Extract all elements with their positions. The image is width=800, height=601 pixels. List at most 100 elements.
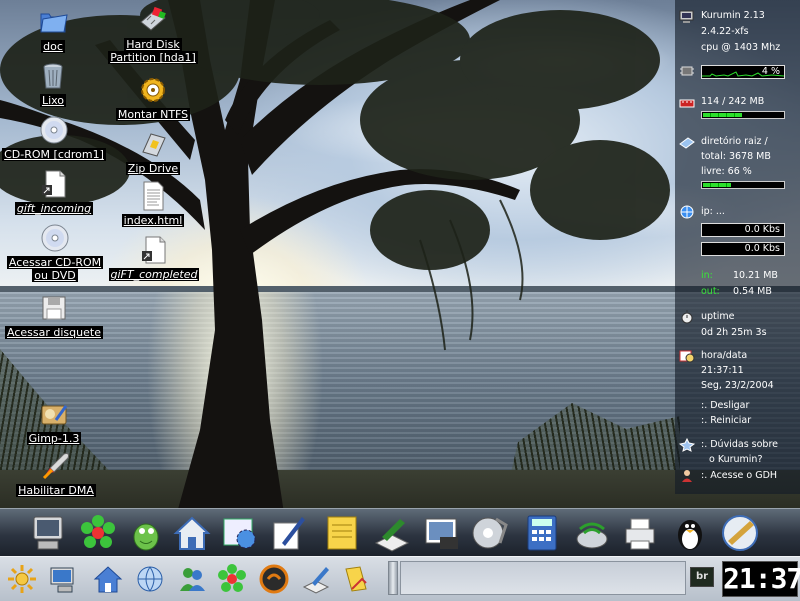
desktop-icon-label-line2: Partition [hda1] bbox=[108, 51, 198, 64]
desktop-icon-label: doc bbox=[41, 40, 65, 53]
taskbar-handle[interactable] bbox=[388, 561, 398, 595]
home-icon[interactable] bbox=[92, 563, 124, 595]
disk-bar-fill bbox=[703, 183, 731, 187]
desktop-icon-label: Lixo bbox=[39, 94, 67, 107]
current-time: 21:37:11 bbox=[701, 365, 744, 376]
desktop-icon-mount-ntfs[interactable]: Montar NTFS bbox=[113, 74, 193, 121]
kernel-version: 2.4.22-xfs bbox=[701, 26, 749, 37]
document-icon bbox=[143, 181, 164, 211]
icq-flower-icon[interactable] bbox=[216, 563, 248, 595]
desktop-icon-gift-completed[interactable]: giFT_completed bbox=[106, 234, 202, 281]
video-icon[interactable] bbox=[720, 513, 760, 553]
home-icon[interactable] bbox=[172, 513, 212, 553]
desktop-icon-label: Montar NTFS bbox=[115, 108, 191, 121]
net-out-label: out: bbox=[701, 286, 720, 297]
desktop-icon-label: Hard Disk bbox=[124, 38, 182, 51]
harddisk-icon bbox=[140, 6, 166, 31]
desktop-icon-gimp[interactable]: Gimp-1.3 bbox=[22, 398, 86, 445]
desktop-icon-zip-drive[interactable]: Zip Drive bbox=[121, 128, 185, 175]
desktop-icon-access-cdrom[interactable]: Acessar CD-ROM ou DVD bbox=[3, 222, 107, 282]
help-question-line2[interactable]: o Kurumin? bbox=[709, 454, 763, 465]
desktop-icon-doc[interactable]: doc bbox=[29, 6, 77, 53]
kicker-panel: br 21:37 bbox=[0, 556, 800, 601]
application-dock bbox=[0, 508, 800, 557]
desktop-icon-gift-incoming[interactable]: gift_incoming bbox=[14, 168, 94, 215]
desktop-icon-floppy[interactable]: Acessar disquete bbox=[2, 292, 106, 339]
messenger-icon[interactable] bbox=[176, 563, 208, 595]
desktop-icon-enable-dma[interactable]: Habilitar DMA bbox=[8, 450, 104, 497]
rocket-icon bbox=[42, 453, 69, 480]
taskbar-area[interactable] bbox=[400, 561, 686, 595]
shutdown-link[interactable]: :. Desligar bbox=[701, 400, 749, 411]
disk-total: total: 3678 MB bbox=[701, 151, 771, 162]
network-icon bbox=[680, 205, 694, 219]
net-in-value: 10.21 MB bbox=[733, 270, 778, 281]
stopwatch-icon bbox=[681, 310, 693, 324]
office-icon[interactable] bbox=[340, 563, 372, 595]
desktop-icon-trash[interactable]: Lixo bbox=[29, 60, 77, 107]
memory-icon bbox=[679, 99, 695, 108]
system-monitor-panel: Kurumin 2.13 2.4.22-xfs cpu @ 1403 Mhz 4… bbox=[675, 0, 800, 494]
settings-icon[interactable] bbox=[220, 513, 260, 553]
folder-link-icon bbox=[42, 170, 66, 198]
computer-icon[interactable] bbox=[28, 513, 68, 553]
desktop-icon-label: index.html bbox=[121, 214, 185, 227]
icq-flower-icon[interactable] bbox=[78, 513, 118, 553]
office-icon[interactable] bbox=[322, 513, 362, 553]
net-out-value: 0.54 MB bbox=[733, 286, 772, 297]
desktop-icon-label: giFT_completed bbox=[108, 268, 200, 281]
computer-icon bbox=[679, 10, 694, 23]
media-icon[interactable] bbox=[470, 513, 510, 553]
trash-icon bbox=[43, 63, 63, 89]
gear-icon bbox=[141, 78, 165, 102]
cpu-value: 4 % bbox=[761, 66, 780, 77]
help-question-line1[interactable]: :. Dúvidas sobre bbox=[701, 439, 778, 450]
upload-rate: 0.0 Kbs bbox=[744, 243, 780, 254]
audio-player-icon[interactable] bbox=[258, 563, 290, 595]
tux-icon[interactable] bbox=[670, 513, 710, 553]
cpu-speed: cpu @ 1403 Mhz bbox=[701, 42, 781, 53]
text-editor-icon[interactable] bbox=[268, 513, 308, 553]
current-date: Seg, 23/2/2004 bbox=[701, 380, 774, 391]
text-editor-icon[interactable] bbox=[300, 563, 332, 595]
panel-clock[interactable]: 21:37 bbox=[722, 561, 800, 597]
book-icon[interactable] bbox=[372, 513, 412, 553]
memory-bar bbox=[701, 111, 785, 119]
desktop-icon-index-html[interactable]: index.html bbox=[117, 180, 189, 227]
folder-icon bbox=[40, 13, 68, 33]
browser-icon[interactable] bbox=[134, 563, 166, 595]
user-icon bbox=[682, 470, 692, 482]
network-icon[interactable] bbox=[572, 513, 612, 553]
kmenu-icon[interactable] bbox=[6, 563, 38, 595]
datetime-label: hora/data bbox=[701, 350, 748, 361]
desktop-icon-label: Acessar CD-ROM bbox=[6, 256, 104, 269]
floppy-icon bbox=[42, 296, 66, 320]
disk-bar bbox=[701, 181, 785, 189]
gaim-icon[interactable] bbox=[126, 513, 166, 553]
desktop-icon-label: Habilitar DMA bbox=[16, 484, 96, 497]
zip-icon bbox=[142, 133, 166, 157]
download-rate-box: 0.0 Kbs bbox=[701, 223, 785, 237]
memory-text: 114 / 242 MB bbox=[701, 96, 765, 107]
restart-link[interactable]: :. Reiniciar bbox=[701, 415, 751, 426]
desktop-icon-label: CD-ROM [cdrom1] bbox=[2, 148, 106, 161]
disk-free: livre: 66 % bbox=[701, 166, 752, 177]
network-ip: ip: ... bbox=[701, 206, 725, 217]
cpu-graph: 4 % bbox=[701, 65, 785, 79]
upload-rate-box: 0.0 Kbs bbox=[701, 242, 785, 256]
cpu-icon bbox=[680, 66, 694, 76]
calculator-icon[interactable] bbox=[522, 513, 562, 553]
cdrom-icon bbox=[40, 116, 68, 144]
photo-icon[interactable] bbox=[422, 513, 462, 553]
printer-icon[interactable] bbox=[620, 513, 660, 553]
calendar-clock-icon bbox=[679, 350, 695, 363]
net-in-label: in: bbox=[701, 270, 713, 281]
keyboard-layout-indicator[interactable]: br bbox=[690, 567, 714, 587]
desktop-icon-harddisk[interactable]: Hard Disk Partition [hda1] bbox=[105, 4, 201, 64]
desktop-icon-cdrom[interactable]: CD-ROM [cdrom1] bbox=[2, 114, 106, 161]
cdrom-icon bbox=[41, 224, 69, 252]
desktop-icon[interactable] bbox=[48, 563, 80, 595]
desktop-icon-label: Acessar disquete bbox=[5, 326, 103, 339]
gdh-link[interactable]: :. Acesse o GDH bbox=[701, 470, 777, 481]
help-icon bbox=[679, 438, 695, 452]
